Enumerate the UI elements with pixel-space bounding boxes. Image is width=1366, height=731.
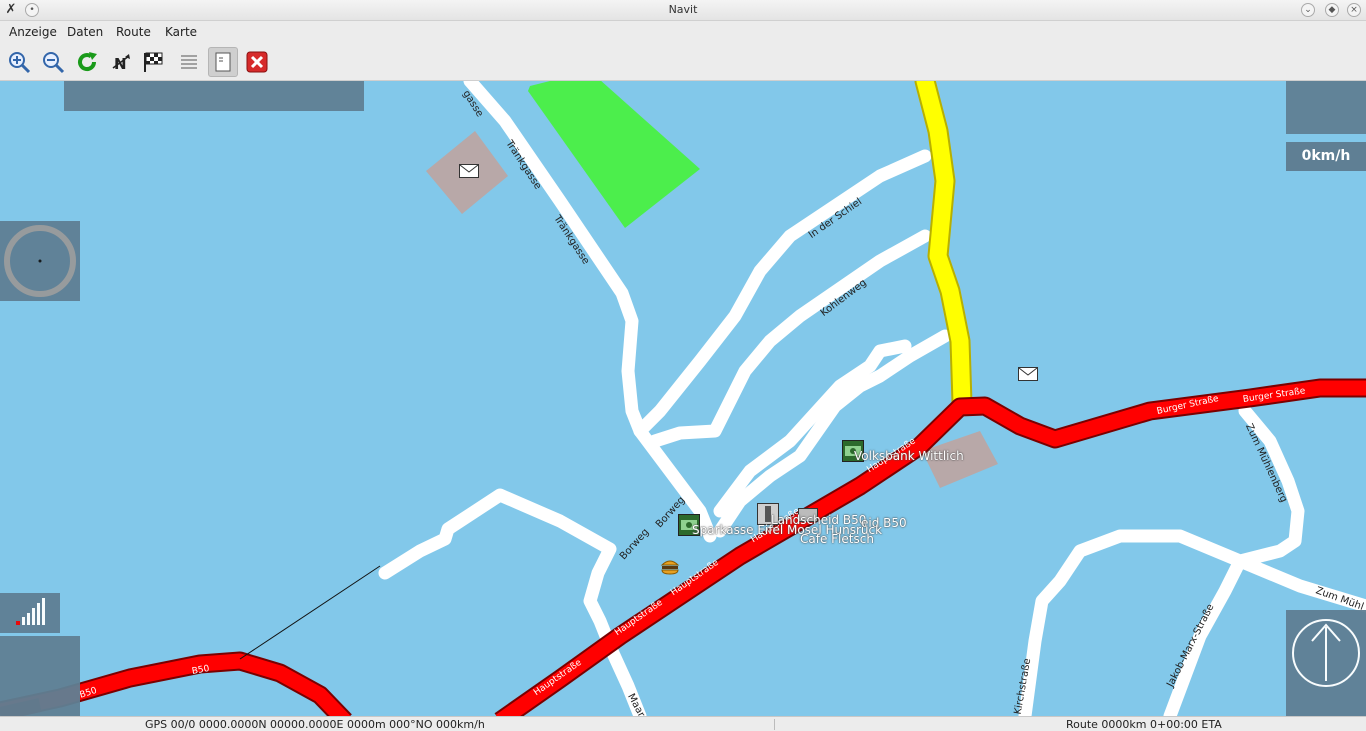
close-button[interactable]: × [1347, 3, 1361, 17]
gps-status-panel [0, 593, 60, 633]
osd-top-bar [64, 81, 364, 111]
zoom-out-button[interactable] [38, 47, 68, 77]
poi-label-volksbank: Volksbank Wittlich [854, 449, 964, 463]
poi-label-cafe: Cafe Fletsch [800, 532, 874, 546]
post-office-icon-2[interactable] [1018, 367, 1038, 381]
destination-button[interactable] [138, 47, 168, 77]
orientation-button[interactable]: N [106, 47, 136, 77]
north-orientation-icon: N [112, 54, 130, 73]
maximize-button[interactable]: ◆ [1325, 3, 1339, 17]
title-bar: ✗ • Navit ⌄ ◆ × [0, 0, 1366, 21]
fast-food-icon[interactable] [660, 557, 680, 575]
list-icon [181, 55, 197, 69]
compass-icon [4, 225, 76, 297]
window-title: Navit [668, 3, 698, 16]
menu-anzeige[interactable]: Anzeige [9, 25, 57, 39]
park-area [528, 81, 700, 228]
next-turn-panel [1286, 610, 1366, 716]
menu-daten[interactable]: Daten [67, 25, 103, 39]
map-canvas [0, 81, 1366, 716]
status-bar: GPS 00/0 0000.0000N 00000.0000E 0000m 00… [0, 716, 1366, 731]
trunk-road [914, 81, 973, 414]
map-view[interactable]: gasse Tränkgasse Tränkgasse In der Schie… [0, 81, 1366, 716]
destination-flag-icon [144, 52, 163, 72]
quit-icon [246, 51, 268, 73]
straight-arrow-icon [1292, 619, 1360, 687]
gps-signal-icon [16, 598, 45, 625]
osd-top-right [1286, 81, 1366, 134]
svg-text:N: N [114, 55, 127, 73]
refresh-button[interactable] [72, 47, 102, 77]
menu-route[interactable]: Route [116, 25, 151, 39]
post-office-icon[interactable] [459, 164, 479, 178]
menu-bar: Anzeige Daten Route Karte [0, 21, 1366, 43]
list-button[interactable] [174, 47, 204, 77]
roadbook-button[interactable] [208, 47, 238, 77]
roadbook-icon [215, 52, 231, 72]
refresh-icon [78, 52, 97, 72]
status-divider [774, 719, 775, 730]
menu-karte[interactable]: Karte [165, 25, 197, 39]
zoom-in-icon [9, 52, 31, 74]
zoom-in-button[interactable] [4, 47, 34, 77]
navit-window: ✗ • Navit ⌄ ◆ × Anzeige Daten Route Kart… [0, 0, 1366, 731]
route-status-text: Route 0000km 0+00:00 ETA [1066, 718, 1222, 731]
compass-panel [0, 221, 80, 301]
minimize-button[interactable]: ⌄ [1301, 3, 1315, 17]
speed-display: 0km/h [1286, 142, 1366, 171]
gps-status-text: GPS 00/0 0000.0000N 00000.0000E 0000m 00… [145, 718, 485, 731]
quit-button[interactable] [242, 47, 272, 77]
zoom-out-icon [43, 52, 65, 74]
toolbar: N [0, 43, 1366, 81]
boundary-line [239, 565, 381, 660]
osd-bottom-left [0, 636, 80, 716]
